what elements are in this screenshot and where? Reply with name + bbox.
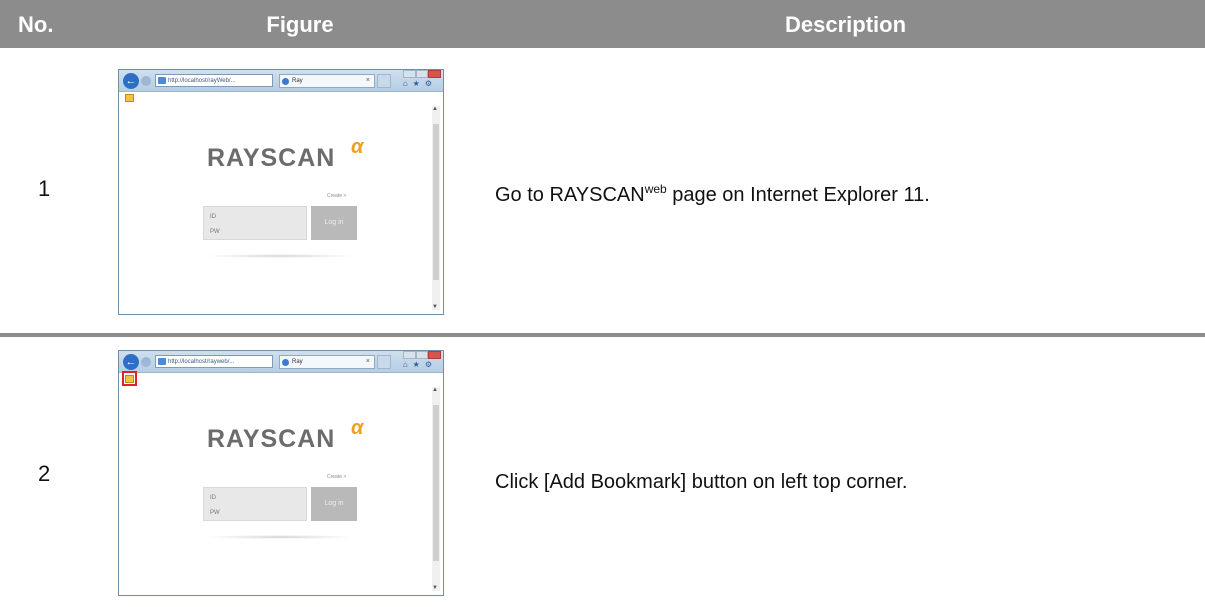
address-bar: http://localhost/rayWeb/...	[155, 74, 273, 87]
login-button: Log in	[311, 487, 357, 521]
alpha-logo-icon: α	[351, 417, 364, 439]
scroll-down-icon: ▼	[432, 585, 438, 591]
row-description: Go to RAYSCANweb page on Internet Explor…	[495, 182, 930, 206]
page-icon	[158, 358, 166, 365]
ie-icon	[282, 359, 289, 366]
rayscan-logo: RAYSCAN	[207, 144, 336, 172]
rayscan-logo: RAYSCAN	[207, 425, 336, 453]
back-arrow-icon: ←	[123, 73, 139, 89]
row-number: 2	[38, 461, 51, 486]
favorites-bar	[119, 93, 443, 102]
id-label: ID	[210, 214, 216, 220]
window-controls	[403, 351, 442, 359]
ie-icon	[282, 78, 289, 85]
scrollbar: ▲ ▼	[432, 387, 440, 591]
browser-screenshot: ← http://localhost/rayWeb/... Ray × ⌂★⚙ ▲…	[118, 69, 444, 315]
maximize-icon	[415, 351, 429, 359]
logo-shadow	[205, 254, 355, 258]
add-bookmark-icon	[125, 94, 134, 102]
close-window-icon	[428, 70, 442, 78]
window-controls	[403, 70, 442, 78]
favorites-bar	[119, 371, 443, 386]
toolbar-icons: ⌂★⚙	[402, 360, 437, 369]
new-tab-icon	[377, 74, 391, 88]
back-arrow-icon: ←	[123, 354, 139, 370]
table-row: 2 ← http://localhost/rayweb/... Ray × ⌂★⚙…	[0, 339, 1205, 607]
scroll-up-icon: ▲	[432, 106, 438, 112]
maximize-icon	[415, 70, 429, 78]
toolbar-icons: ⌂★⚙	[402, 79, 437, 88]
table-row: 1 ← http://localhost/rayWeb/... Ray × ⌂★⚙…	[0, 48, 1205, 335]
create-link: Create >	[327, 474, 347, 480]
tab-title: Ray	[292, 78, 303, 84]
tab-title: Ray	[292, 359, 303, 365]
minimize-icon	[403, 70, 416, 78]
scroll-thumb	[433, 124, 439, 280]
forward-arrow-icon	[141, 357, 151, 367]
alpha-logo-icon: α	[351, 136, 364, 158]
minimize-icon	[403, 351, 416, 359]
forward-arrow-icon	[141, 76, 151, 86]
close-window-icon	[428, 351, 442, 359]
table-header: No. Figure Description	[0, 0, 1205, 48]
address-text: http://localhost/rayweb/...	[168, 359, 235, 365]
pw-label: PW	[210, 229, 220, 235]
address-text: http://localhost/rayWeb/...	[168, 78, 236, 84]
header-description: Description	[784, 12, 907, 37]
row-divider	[0, 333, 1205, 337]
create-link: Create >	[327, 193, 347, 199]
header-no: No.	[18, 12, 54, 37]
address-bar: http://localhost/rayweb/...	[155, 355, 273, 368]
header-figure: Figure	[266, 12, 334, 37]
browser-titlebar: ← http://localhost/rayweb/... Ray × ⌂★⚙	[119, 351, 443, 373]
scroll-down-icon: ▼	[432, 304, 438, 310]
login-button: Log in	[311, 206, 357, 240]
browser-tab: Ray ×	[279, 355, 375, 369]
browser-screenshot: ← http://localhost/rayweb/... Ray × ⌂★⚙ ▲…	[118, 350, 444, 596]
close-tab-icon: ×	[365, 77, 370, 84]
scrollbar: ▲ ▼	[432, 106, 440, 310]
scroll-thumb	[433, 405, 439, 561]
browser-titlebar: ← http://localhost/rayWeb/... Ray × ⌂★⚙	[119, 70, 443, 92]
page-icon	[158, 77, 166, 84]
browser-tab: Ray ×	[279, 74, 375, 88]
id-label: ID	[210, 495, 216, 501]
close-tab-icon: ×	[365, 358, 370, 365]
scroll-up-icon: ▲	[432, 387, 438, 393]
pw-label: PW	[210, 510, 220, 516]
logo-shadow	[205, 535, 355, 539]
bookmark-highlight	[122, 371, 137, 386]
row-number: 1	[38, 176, 51, 201]
new-tab-icon	[377, 355, 391, 369]
login-form: ID PW	[203, 487, 307, 521]
row-description: Click [Add Bookmark] button on left top …	[495, 471, 908, 493]
login-form: ID PW	[203, 206, 307, 240]
